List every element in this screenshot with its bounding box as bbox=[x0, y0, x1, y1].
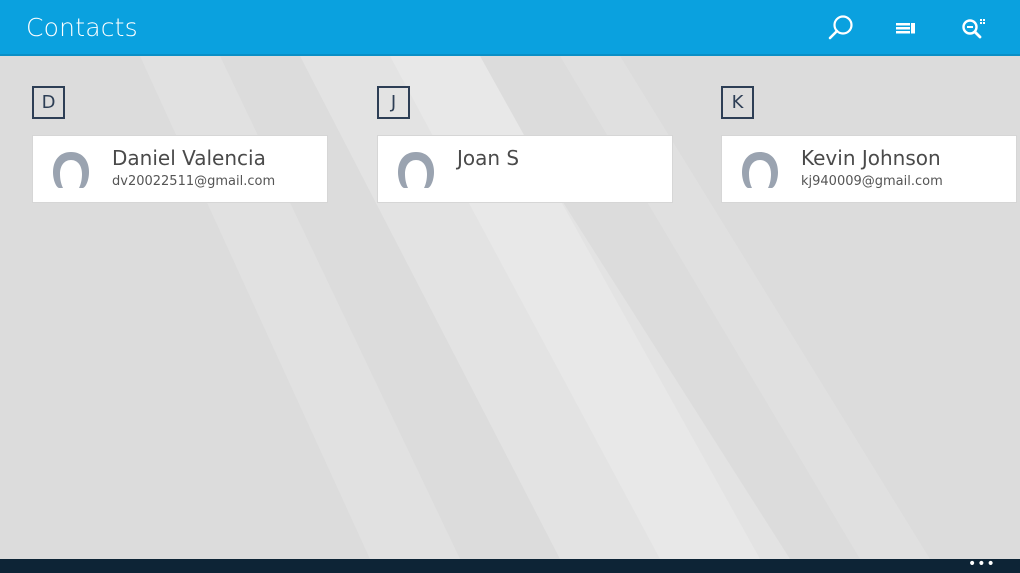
app-bar: ••• bbox=[0, 557, 1020, 573]
person-avatar-icon bbox=[53, 152, 89, 188]
person-avatar-icon bbox=[398, 152, 434, 188]
zoom-filter-icon bbox=[962, 19, 985, 39]
group-header-letter[interactable]: J bbox=[377, 86, 410, 119]
app-title: Contacts bbox=[26, 13, 138, 42]
contact-email: kj940009@gmail.com bbox=[801, 174, 943, 189]
group-header-letter[interactable]: K bbox=[721, 86, 754, 119]
more-options-button[interactable]: ••• bbox=[968, 557, 995, 573]
select-list-icon bbox=[896, 23, 915, 34]
contact-name: Daniel Valencia bbox=[112, 146, 266, 170]
zoom-filter-button[interactable] bbox=[956, 10, 992, 46]
contacts-app: Contacts D Daniel Valencia dv20022511@gm… bbox=[0, 0, 1020, 573]
background-pattern bbox=[140, 56, 930, 559]
contact-card[interactable]: Daniel Valencia dv20022511@gmail.com bbox=[32, 135, 328, 203]
contact-email: dv20022511@gmail.com bbox=[112, 174, 276, 189]
search-button[interactable] bbox=[823, 10, 859, 46]
search-icon bbox=[828, 15, 853, 40]
app-header: Contacts bbox=[0, 0, 1020, 56]
contact-card[interactable]: Kevin Johnson kj940009@gmail.com bbox=[721, 135, 1017, 203]
group-header-letter[interactable]: D bbox=[32, 86, 65, 119]
contact-card[interactable]: Joan S bbox=[377, 135, 673, 203]
select-list-button[interactable] bbox=[888, 10, 924, 46]
contact-name: Joan S bbox=[457, 146, 520, 170]
person-avatar-icon bbox=[742, 152, 778, 188]
contact-name: Kevin Johnson bbox=[801, 146, 941, 170]
